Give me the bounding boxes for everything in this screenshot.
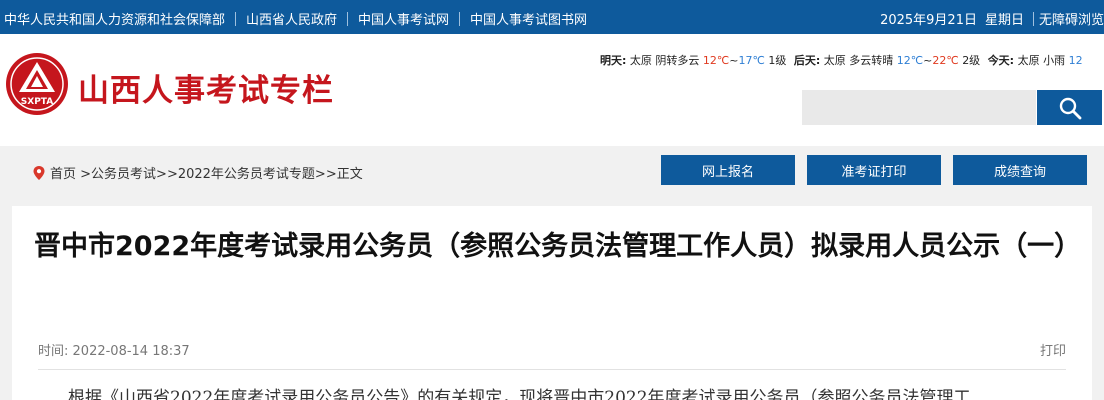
divider <box>1032 11 1034 26</box>
search-icon <box>1059 97 1081 119</box>
weather-day-after: 后天: 太原 多云转晴 12℃~22℃ 2级 <box>793 54 981 67</box>
top-right: 2025年9月21日 星期日 无障碍浏览 <box>880 9 1104 28</box>
admission-ticket-button[interactable]: 准考证打印 <box>807 155 941 185</box>
divider <box>459 11 461 26</box>
weather-tomorrow: 明天: 太原 阴转多云 12℃~17℃ 1级 <box>600 54 787 67</box>
divider <box>347 11 349 26</box>
article-body: 根据《山西省2022年度考试录用公务员公告》的有关规定，现将晋中市2022年度考… <box>68 388 971 400</box>
site-header: SXPTA 山西人事考试专栏 明天: 太原 阴转多云 12℃~17℃ 1级 后天… <box>0 34 1104 146</box>
link-cpta[interactable]: 中国人事考试网 <box>358 9 449 28</box>
publish-time: 2022-08-14 18:37 <box>72 344 190 359</box>
online-registration-button[interactable]: 网上报名 <box>661 155 795 185</box>
search-button[interactable] <box>1037 90 1102 125</box>
location-pin-icon <box>32 165 46 181</box>
print-link[interactable]: 打印 <box>1040 340 1066 359</box>
score-query-button[interactable]: 成绩查询 <box>953 155 1087 185</box>
article-divider <box>38 369 1066 370</box>
current-date: 2025年9月21日 <box>880 13 977 28</box>
accessibility-link[interactable]: 无障碍浏览 <box>1039 9 1104 28</box>
logo-text: SXPTA <box>21 97 53 107</box>
divider <box>235 11 237 26</box>
breadcrumb-current: >>正文 <box>314 167 363 182</box>
weather-forecast: 明天: 太原 阴转多云 12℃~17℃ 1级 后天: 太原 多云转晴 12℃~2… <box>600 52 1104 68</box>
search-input[interactable] <box>802 90 1036 125</box>
time-label: 时间: <box>38 344 69 359</box>
current-weekday: 星期日 <box>984 13 1024 28</box>
link-shanxi-gov[interactable]: 山西省人民政府 <box>246 9 337 28</box>
weather-today: 今天: 太原 小雨 12 <box>987 54 1083 67</box>
top-links: 中华人民共和国人力资源和社会保障部 山西省人民政府 中国人事考试网 中国人事考试… <box>4 9 587 28</box>
article-meta: 时间: 2022-08-14 18:37 <box>38 340 190 359</box>
breadcrumb-civil-exam[interactable]: 公务员考试 <box>91 163 156 182</box>
link-mohrss[interactable]: 中华人民共和国人力资源和社会保障部 <box>4 9 225 28</box>
breadcrumb: 首页 > 公务员考试 >>2022年公务员考试专题 >>正文 <box>32 163 371 182</box>
sxpta-logo-icon[interactable]: SXPTA <box>5 52 69 116</box>
breadcrumb-topic[interactable]: >>2022年公务员考试专题 <box>156 163 315 182</box>
breadcrumb-home[interactable]: 首页 > <box>50 163 91 182</box>
article-title: 晋中市2022年度考试录用公务员（参照公务员法管理工作人员）拟录用人员公示（一） <box>34 231 1082 262</box>
site-title[interactable]: 山西人事考试专栏 <box>78 65 334 110</box>
link-cpta-books[interactable]: 中国人事考试图书网 <box>470 9 587 28</box>
article-panel: 晋中市2022年度考试录用公务员（参照公务员法管理工作人员）拟录用人员公示（一）… <box>12 206 1092 400</box>
top-bar: 中华人民共和国人力资源和社会保障部 山西省人民政府 中国人事考试网 中国人事考试… <box>0 0 1104 34</box>
